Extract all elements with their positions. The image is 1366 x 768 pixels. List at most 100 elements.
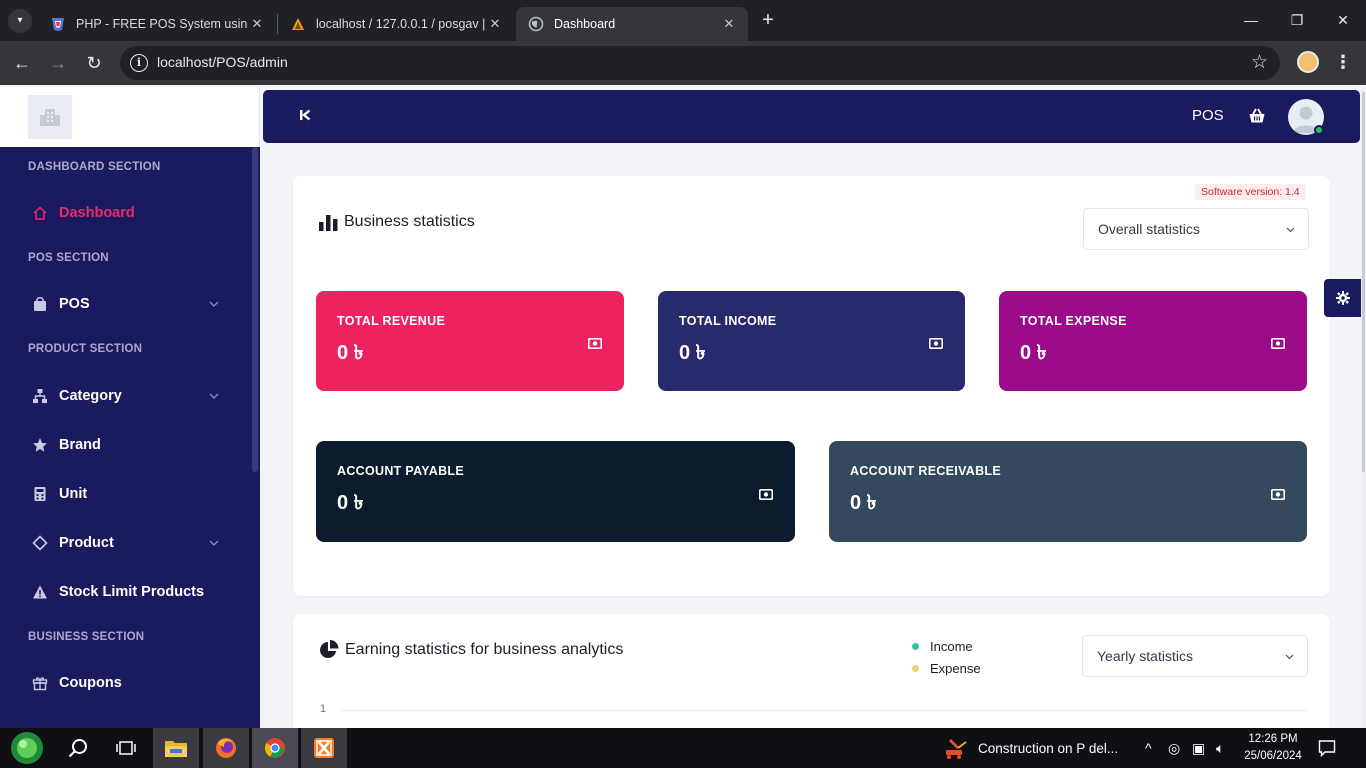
sidebar-collapse-icon[interactable] <box>299 108 311 125</box>
action-center-icon[interactable] <box>1318 739 1336 757</box>
browser-tab-active[interactable]: Dashboard ✕ <box>516 7 748 41</box>
account-payable-card[interactable]: ACCOUNT PAYABLE 0 ৳ <box>316 441 795 542</box>
tag-icon <box>32 535 48 551</box>
pie-chart-icon <box>320 640 339 658</box>
close-tab-icon[interactable]: ✕ <box>248 16 266 32</box>
bar-chart-icon <box>319 215 338 231</box>
sitemap-icon <box>32 388 48 404</box>
bookmark-star-icon[interactable]: ☆ <box>1251 51 1268 74</box>
close-window-button[interactable]: ✕ <box>1320 8 1366 32</box>
restore-window-button[interactable]: ❐ <box>1274 8 1320 32</box>
site-info-icon[interactable]: i <box>130 54 148 72</box>
tab-title: Dashboard <box>554 17 616 31</box>
yearly-statistics-select[interactable]: Yearly statistics <box>1082 635 1308 677</box>
legend-item-income[interactable]: Income <box>912 639 973 654</box>
page-scrollbar-thumb[interactable] <box>1362 92 1365 472</box>
sidebar-section-heading: POS SECTION <box>28 252 109 264</box>
browser-tab[interactable]: PHP - FREE POS System using P ✕ <box>38 7 276 41</box>
browser-profile-avatar[interactable] <box>1297 51 1319 73</box>
taskbar-clock[interactable]: 12:26 PM 25/06/2024 <box>1240 731 1306 765</box>
sidebar-item-label: Unit <box>59 486 88 502</box>
basket-icon[interactable] <box>1248 107 1266 125</box>
sidebar-item-label: Product <box>59 535 114 551</box>
legend-label: Income <box>930 639 973 654</box>
sidebar-item-unit[interactable]: Unit <box>0 474 250 514</box>
sidebar-item-pos[interactable]: POS <box>0 284 250 324</box>
top-navbar: POS <box>263 90 1360 143</box>
stat-value: 0 ৳ <box>337 342 364 364</box>
sidebar-item-dashboard[interactable]: Dashboard <box>0 193 250 233</box>
legend-label: Expense <box>930 661 981 676</box>
stat-label: ACCOUNT RECEIVABLE <box>850 464 1002 478</box>
news-notification[interactable]: Construction on P del... <box>944 728 1118 768</box>
online-status-dot <box>1314 125 1324 135</box>
taskbar-search-button[interactable] <box>55 728 101 768</box>
chevron-down-icon <box>1286 227 1295 233</box>
total-expense-card[interactable]: TOTAL EXPENSE 0 ৳ <box>999 291 1307 391</box>
sidebar-item-stock-limit-products[interactable]: Stock Limit Products <box>0 572 250 612</box>
start-orb-icon <box>11 732 43 764</box>
tray-expand-icon[interactable]: ^ <box>1145 740 1152 756</box>
browser-menu-icon[interactable]: ⋮ <box>1334 51 1352 73</box>
chart-gridline <box>341 710 1308 711</box>
total-income-card[interactable]: TOTAL INCOME 0 ৳ <box>658 291 965 391</box>
stat-label: TOTAL REVENUE <box>337 314 446 328</box>
xampp-icon <box>314 738 334 758</box>
browser-tab-bar: ▾ PHP - FREE POS System using P ✕ localh… <box>0 0 1366 41</box>
stat-value: 0 ৳ <box>679 342 706 364</box>
sidebar-item-label: Category <box>59 388 122 404</box>
taskbar-firefox[interactable] <box>203 728 249 768</box>
building-icon <box>40 109 60 126</box>
sidebar-item-label: Brand <box>59 437 101 453</box>
firefox-icon <box>216 738 236 758</box>
tab-search-button[interactable]: ▾ <box>8 9 32 33</box>
legend-marker <box>912 643 919 650</box>
taskbar-file-explorer[interactable] <box>153 728 199 768</box>
legend-item-expense[interactable]: Expense <box>912 661 981 676</box>
sidebar-item-category[interactable]: Category <box>0 376 250 416</box>
account-receivable-card[interactable]: ACCOUNT RECEIVABLE 0 ৳ <box>829 441 1307 542</box>
browser-toolbar: ← → ↻ i localhost/POS/admin ☆ ⋮ <box>0 41 1366 85</box>
chevron-down-icon <box>209 393 219 399</box>
close-tab-icon[interactable]: ✕ <box>720 16 738 32</box>
sidebar-item-product[interactable]: Product <box>0 523 250 563</box>
money-bill-icon <box>759 489 773 500</box>
new-tab-button[interactable]: + <box>758 9 778 31</box>
star-icon <box>32 437 48 453</box>
back-arrow-icon[interactable]: ← <box>10 51 34 75</box>
forward-arrow-icon[interactable]: → <box>46 51 70 75</box>
close-tab-icon[interactable]: ✕ <box>486 16 504 32</box>
taskbar-chrome[interactable] <box>252 728 298 768</box>
overall-statistics-select[interactable]: Overall statistics <box>1083 208 1309 250</box>
chevron-down-icon <box>209 540 219 546</box>
y-axis-tick: 1 <box>320 703 327 715</box>
task-view-button[interactable] <box>103 728 149 768</box>
stat-value: 0 ৳ <box>337 492 364 514</box>
start-button[interactable] <box>4 728 50 768</box>
legend-marker <box>912 665 919 672</box>
volume-icon[interactable]: 🔈︎ <box>1216 740 1224 757</box>
reload-icon[interactable]: ↻ <box>82 51 106 75</box>
browser-tab[interactable]: localhost / 127.0.0.1 / posgav | p ✕ <box>278 7 514 41</box>
pos-link[interactable]: POS <box>1192 107 1224 124</box>
address-url[interactable]: localhost/POS/admin <box>157 54 288 70</box>
chevron-down-icon <box>1285 654 1294 660</box>
gear-icon <box>1336 291 1350 305</box>
stat-label: ACCOUNT PAYABLE <box>337 464 464 478</box>
taskbar-xampp[interactable] <box>301 728 347 768</box>
construction-icon <box>946 738 967 759</box>
logo[interactable] <box>28 95 72 139</box>
sidebar-scrollbar[interactable] <box>252 147 258 472</box>
total-revenue-card[interactable]: TOTAL REVENUE 0 ৳ <box>316 291 624 391</box>
tray-camera-icon[interactable]: ◎ <box>1168 740 1180 757</box>
phpmyadmin-favicon-icon <box>292 18 304 30</box>
money-bill-icon <box>1271 489 1285 500</box>
search-icon <box>68 739 87 758</box>
address-bar[interactable]: i localhost/POS/admin ☆ <box>120 46 1280 80</box>
settings-gear-button[interactable] <box>1324 279 1362 317</box>
sidebar-item-label: Coupons <box>59 675 122 691</box>
sidebar-item-coupons[interactable]: Coupons <box>0 663 250 703</box>
network-icon[interactable]: ▣ <box>1192 740 1205 757</box>
minimize-window-button[interactable]: — <box>1228 8 1274 32</box>
sidebar-item-brand[interactable]: Brand <box>0 425 250 465</box>
